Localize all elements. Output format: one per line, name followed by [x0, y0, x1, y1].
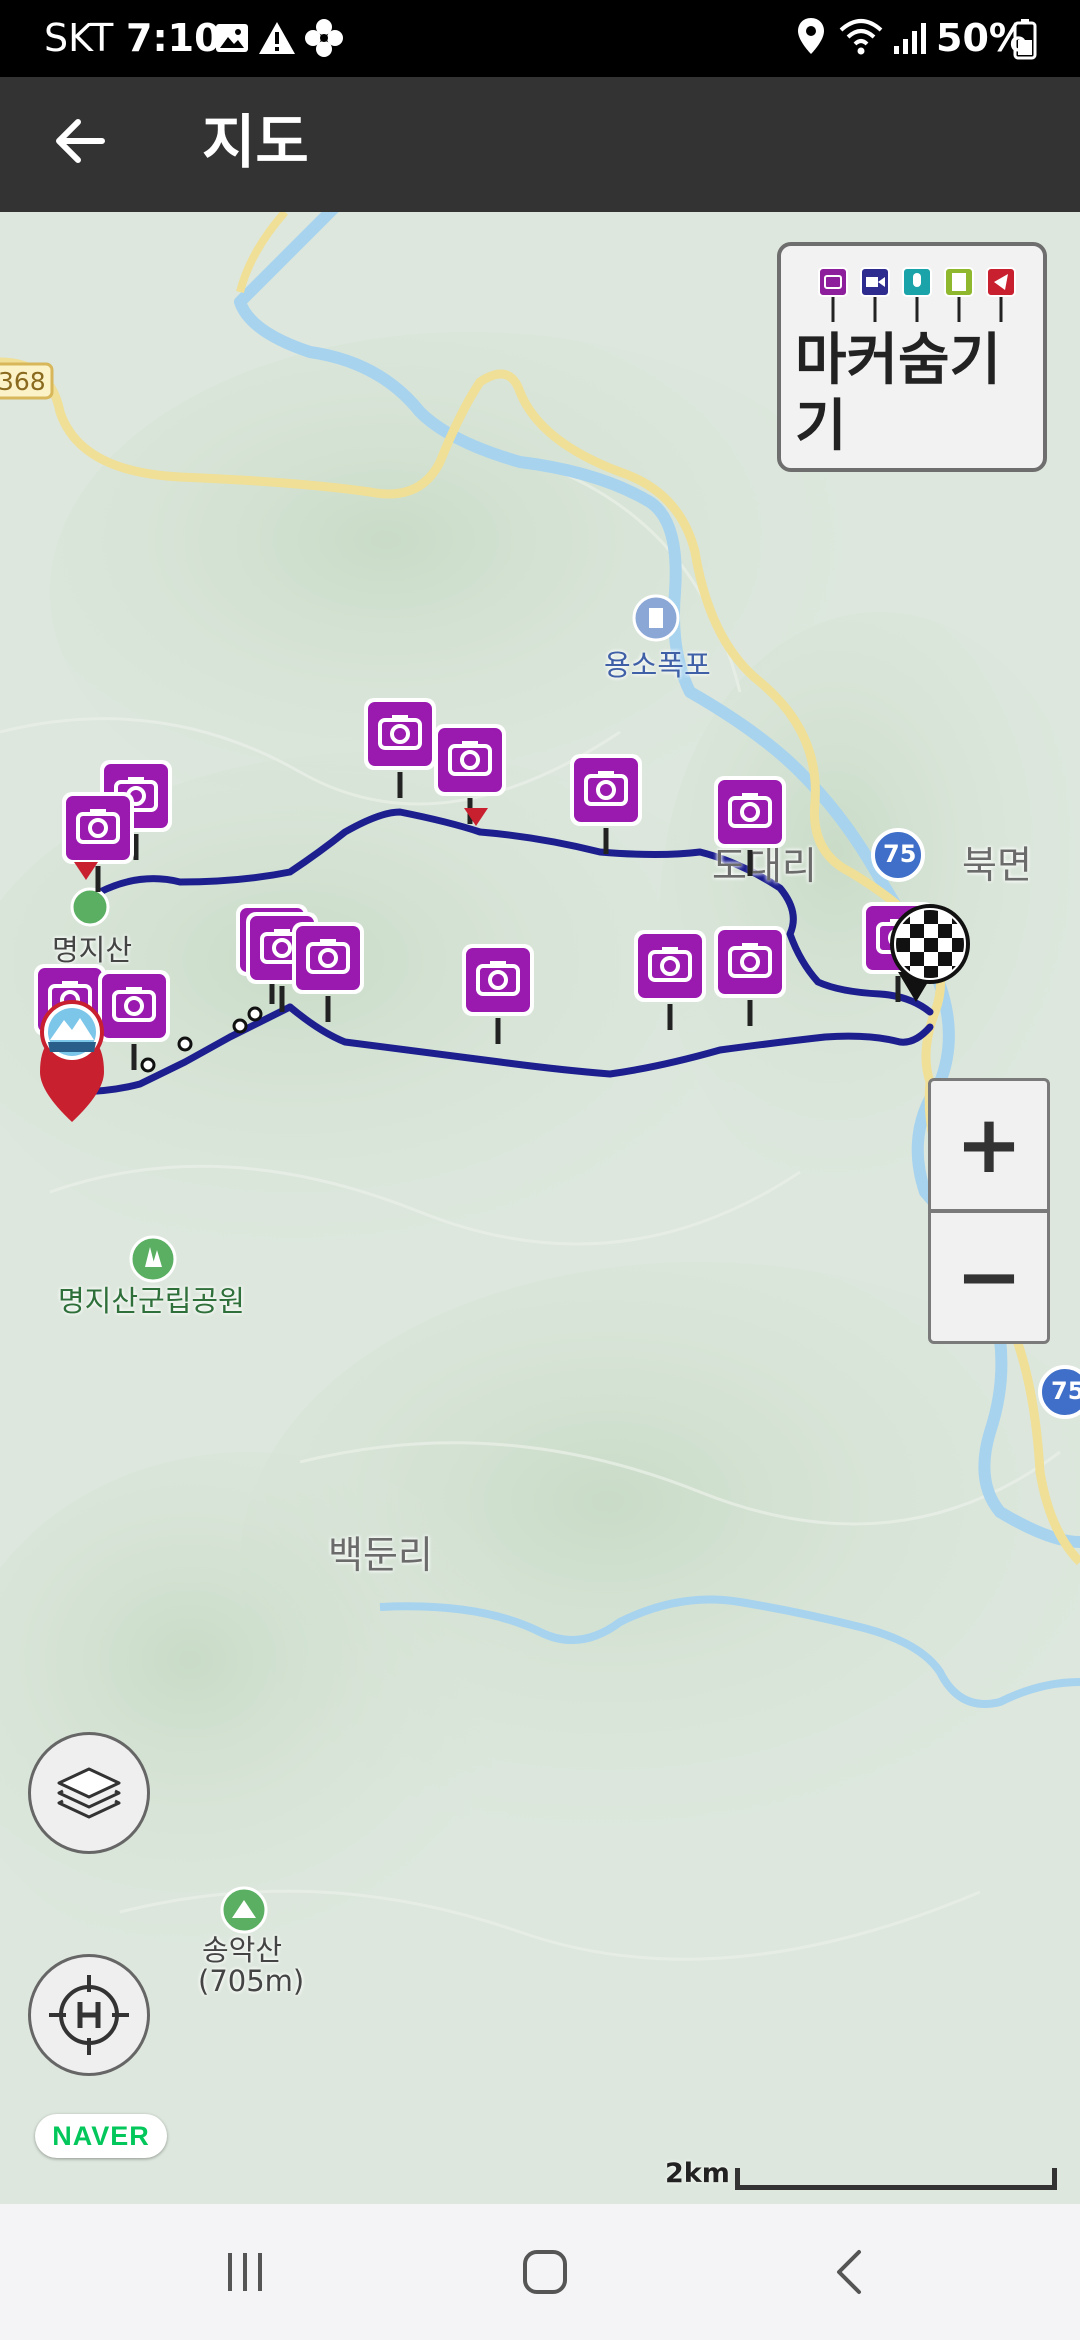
waypoint-flag: [74, 862, 98, 880]
photo-marker[interactable]: [570, 754, 642, 854]
hide-markers-label: 마커숨기기: [795, 328, 1002, 459]
battery-icon: [1013, 18, 1037, 64]
finish-marker[interactable]: [890, 904, 970, 1002]
hide-markers-button[interactable]: 마커숨기기: [777, 242, 1047, 472]
location-icon: [796, 16, 826, 60]
scale-bar: [735, 2168, 1057, 2190]
photo-marker[interactable]: [714, 776, 786, 876]
gallery-icon: [214, 20, 250, 60]
clock: 7:10: [126, 16, 221, 60]
markers-layer: [0, 212, 970, 1122]
chevron-left-icon: [837, 2250, 861, 2294]
home-icon: [523, 2250, 567, 2294]
marker-type-icons: [818, 267, 1016, 322]
arrow-left-icon: [56, 119, 105, 163]
layers-button[interactable]: [28, 1732, 150, 1854]
pinwheel-icon: [304, 18, 344, 62]
photo-marker[interactable]: [292, 922, 364, 1022]
navigation-bar: [0, 2204, 1080, 2340]
zoom-out-button[interactable]: −: [928, 1210, 1050, 1344]
locate-button[interactable]: [28, 1954, 150, 2076]
page-title: 지도: [202, 108, 309, 176]
photo-marker[interactable]: [98, 970, 170, 1070]
home-button[interactable]: [500, 2232, 590, 2312]
plus-icon: +: [955, 1098, 1023, 1191]
photo-marker[interactable]: [62, 792, 134, 892]
status-bar: SKT 7:10 50%: [0, 0, 1080, 77]
warning-icon: [258, 20, 296, 60]
recents-icon: [228, 2253, 262, 2291]
zoom-in-button[interactable]: +: [928, 1078, 1050, 1212]
wifi-icon: [838, 16, 884, 62]
carrier-label: SKT: [44, 16, 114, 60]
layers-icon: [57, 1767, 121, 1819]
start-marker[interactable]: [40, 1000, 104, 1122]
scale-label: 2km: [665, 2158, 730, 2189]
map-view[interactable]: 368 75 75 용소폭포 도대리 북면 명지산 명지산군립공원 백둔리 송악…: [0, 212, 1080, 2204]
photo-marker[interactable]: [364, 698, 436, 798]
naver-logo: NAVER: [35, 2114, 167, 2158]
photo-marker[interactable]: [462, 944, 534, 1044]
crosshair-h-icon: [49, 1975, 129, 2055]
signal-icon: [892, 20, 932, 60]
app-bar: 지도: [0, 77, 1080, 212]
back-button[interactable]: [40, 101, 120, 181]
photo-marker[interactable]: [634, 930, 706, 1030]
photo-marker[interactable]: [714, 926, 786, 1026]
minus-icon: −: [955, 1230, 1023, 1323]
back-nav-button[interactable]: [805, 2232, 895, 2312]
recents-button[interactable]: [200, 2232, 290, 2312]
